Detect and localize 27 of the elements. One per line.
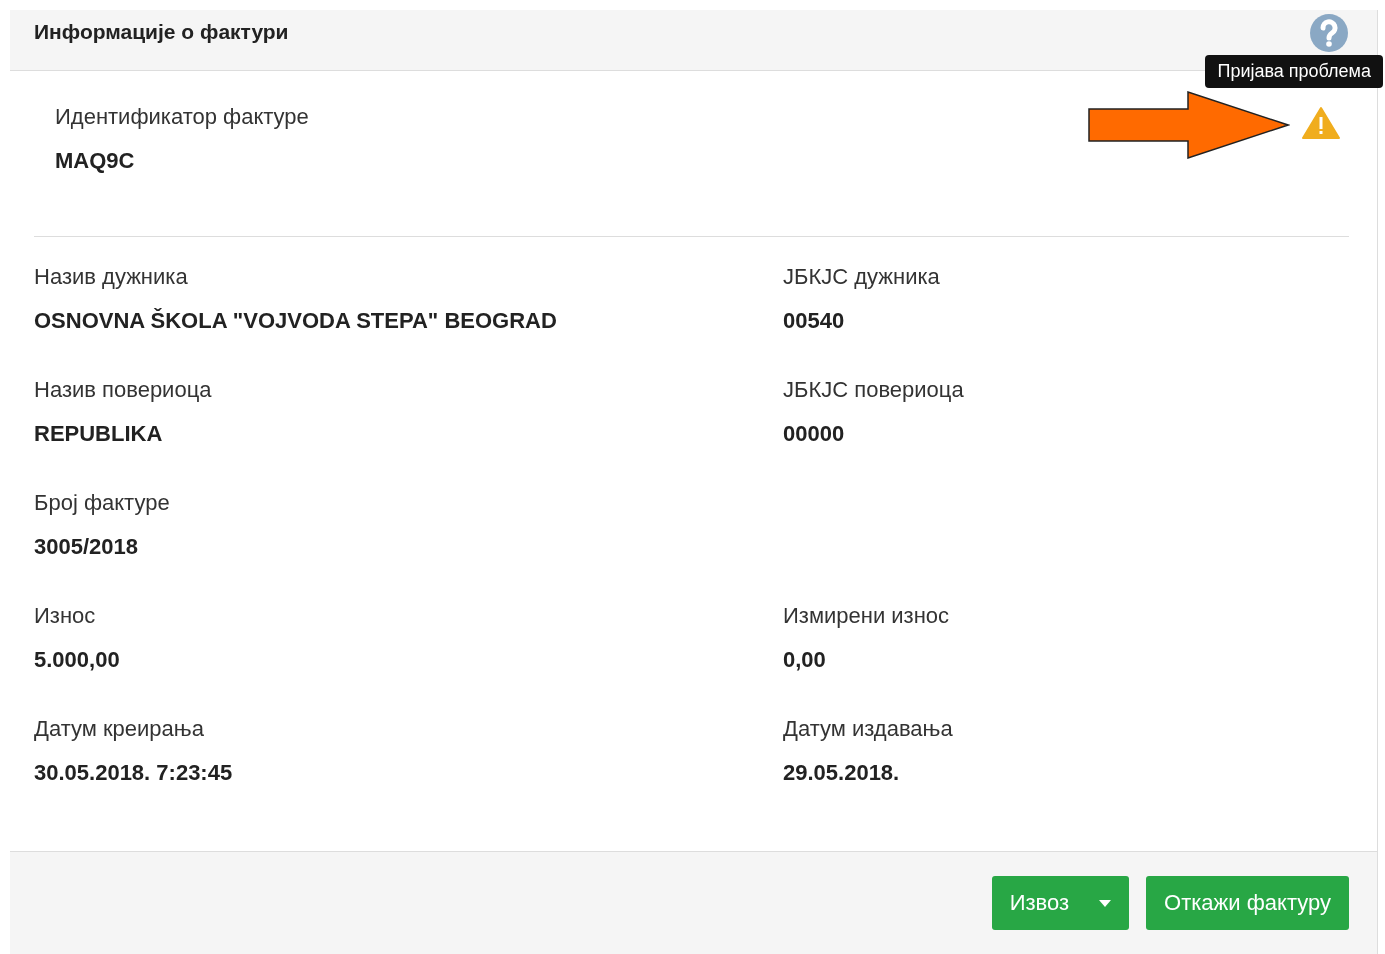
field-value: 00540 bbox=[783, 308, 845, 334]
field-label: Износ bbox=[34, 603, 96, 629]
caret-icon bbox=[1099, 899, 1112, 907]
panel-title: Информације о фактури bbox=[34, 20, 289, 44]
field-value: 3005/2018 bbox=[34, 534, 138, 560]
field-value: 00000 bbox=[783, 421, 845, 447]
tooltip: Пријава проблема bbox=[1205, 55, 1383, 88]
field-label: Назив повериоца bbox=[34, 377, 212, 403]
field-label: Датум креирања bbox=[34, 716, 204, 742]
field-label: Датум издавања bbox=[783, 716, 953, 742]
field-label: Назив дужника bbox=[34, 264, 188, 290]
field-label: Број фактуре bbox=[34, 490, 170, 516]
field-label: Идентификатор фактуре bbox=[55, 104, 309, 130]
field-value: 29.05.2018. bbox=[783, 760, 900, 786]
warning-icon[interactable] bbox=[1302, 106, 1340, 140]
cancel-invoice-button[interactable]: Откажи фактуру bbox=[1146, 876, 1349, 930]
field-value: MAQ9C bbox=[55, 148, 135, 174]
field-label: ЈБКЈС дужника bbox=[783, 264, 940, 290]
help-icon[interactable] bbox=[1309, 13, 1349, 53]
field-value: REPUBLIKA bbox=[34, 421, 163, 447]
export-button[interactable]: Извоз bbox=[991, 876, 1130, 930]
field-value: 30.05.2018. 7:23:45 bbox=[34, 760, 233, 786]
field-label: ЈБКЈС повериоца bbox=[783, 377, 964, 403]
field-value: OSNOVNA ŠKOLA "VOJVODA STEPA" BEOGRAD bbox=[34, 308, 557, 334]
field-value: 0,00 bbox=[783, 647, 826, 673]
field-label: Измирени износ bbox=[783, 603, 950, 629]
field-value: 5.000,00 bbox=[34, 647, 120, 673]
